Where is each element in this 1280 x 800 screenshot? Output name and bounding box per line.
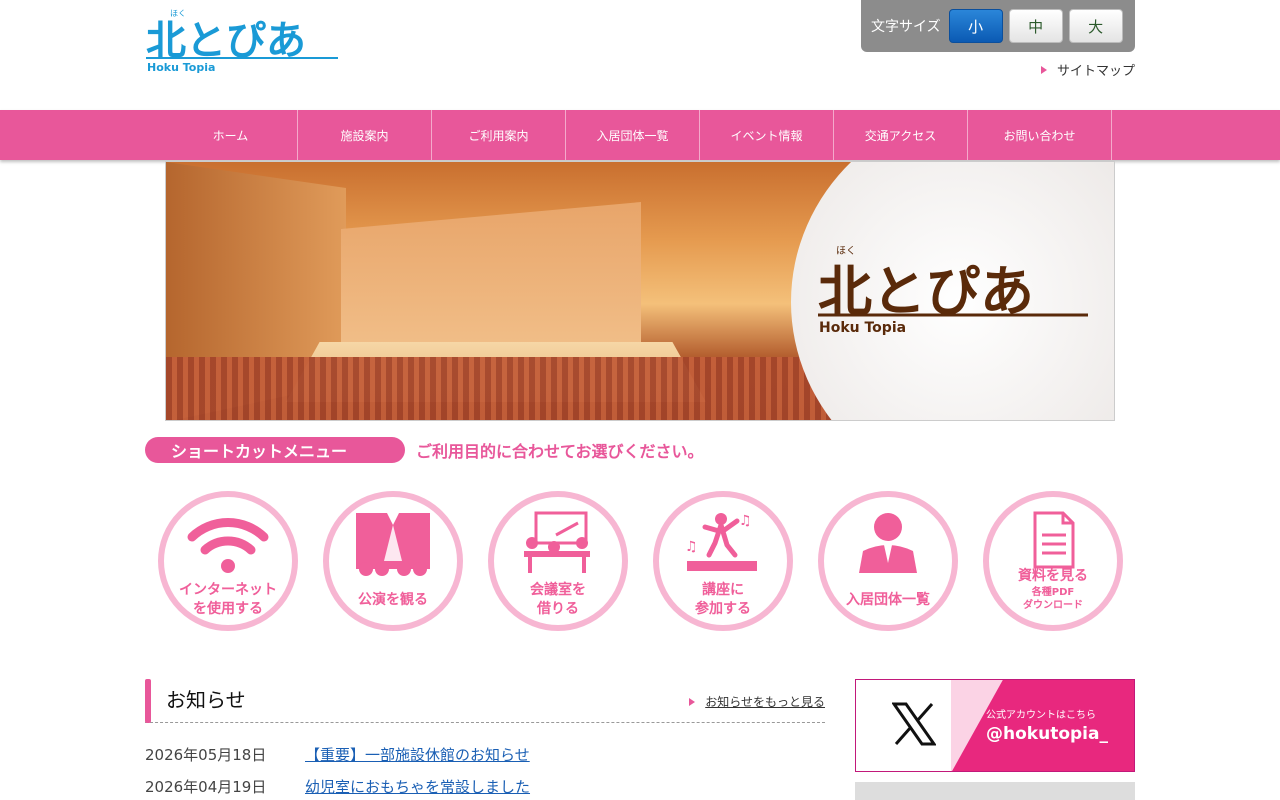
stage-icon [356, 513, 430, 576]
shortcut-meeting-room[interactable]: 会議室を 借りる [488, 491, 628, 631]
nav-item-events[interactable]: イベント情報 [700, 110, 834, 160]
sitemap-link[interactable]: サイトマップ [1040, 60, 1135, 79]
shortcut-tenants[interactable]: 入居団体一覧 [818, 491, 958, 631]
shortcut-tenants-label: 入居団体一覧 [846, 592, 930, 608]
news-link[interactable]: 幼児室におもちゃを常設しました [305, 776, 530, 797]
wifi-icon [187, 518, 269, 573]
hero-logo-sub: Hoku Topia [819, 320, 906, 336]
nav-item-access[interactable]: 交通アクセス [834, 110, 968, 160]
shortcut-course-label: 講座に 参加する [695, 582, 751, 617]
news-date: 2026年04月19日 [145, 778, 267, 796]
person-icon [859, 513, 917, 573]
svg-text:♫: ♫ [739, 513, 752, 529]
hero-logo-furigana: ほく [836, 245, 856, 257]
logo-sub: Hoku Topia [147, 61, 215, 74]
nav-item-usage[interactable]: ご利用案内 [432, 110, 566, 160]
x-logo-icon [892, 702, 936, 746]
news-more-label: お知らせをもっと見る [705, 695, 825, 709]
shortcut-internet-label: インターネット を使用する [179, 582, 277, 617]
hall-seats [166, 357, 866, 420]
nav-item-tenants[interactable]: 入居団体一覧 [566, 110, 700, 160]
arrow-right-icon [689, 697, 696, 706]
news-more-link[interactable]: お知らせをもっと見る [689, 693, 825, 710]
document-icon [1033, 511, 1075, 569]
side-banner-placeholder [855, 782, 1135, 800]
global-nav: ホーム 施設案内 ご利用案内 入居団体一覧 イベント情報 交通アクセス お問い合… [0, 110, 1280, 160]
x-banner-caption: 公式アカウントはこちら [986, 710, 1096, 721]
arrow-right-icon [1040, 65, 1047, 74]
meeting-icon [524, 511, 590, 573]
nav-item-home[interactable]: ホーム [164, 110, 298, 160]
shortcut-documents-label: 資料を見る 各種PDF ダウンロード [1018, 568, 1088, 611]
x-banner-handle: @hokutopia_ [986, 724, 1108, 744]
dance-icon: ♫ ♫ [685, 513, 757, 571]
news-item: 2026年04月19日 幼児室におもちゃを常設しました [145, 776, 530, 797]
sitemap-label: サイトマップ [1056, 64, 1135, 79]
nav-item-contact[interactable]: お問い合わせ [968, 110, 1112, 160]
x-account-banner[interactable]: 公式アカウントはこちら @hokutopia_ [855, 679, 1135, 772]
news-title: お知らせ [166, 688, 246, 712]
font-size-medium-button[interactable]: 中 [1008, 9, 1063, 43]
logo-furigana: ほく [170, 9, 186, 18]
shortcut-menu: インターネット を使用する 公演を観る 会議室を 借りる ♫ ♫ 講座に 参加す… [158, 491, 1123, 631]
svg-text:♫: ♫ [685, 539, 698, 555]
shortcut-subtitle: ご利用目的に合わせてお選びください。 [416, 442, 704, 461]
shortcut-title: ショートカットメニュー [145, 437, 405, 463]
hero-logo: ほく 北とぴあ Hoku Topia [816, 242, 1091, 337]
font-size-switcher: 文字サイズ 小 中 大 [861, 0, 1135, 52]
shortcut-course[interactable]: ♫ ♫ 講座に 参加する [653, 491, 793, 631]
font-size-small-button[interactable]: 小 [948, 9, 1003, 43]
news-header-bar [145, 679, 151, 723]
shortcut-performance[interactable]: 公演を観る [323, 491, 463, 631]
shortcut-documents[interactable]: 資料を見る 各種PDF ダウンロード [983, 491, 1123, 631]
news-link[interactable]: 【重要】一部施設休館のお知らせ [305, 744, 530, 765]
hero-banner: ほく 北とぴあ Hoku Topia [165, 161, 1115, 421]
site-logo[interactable]: ほく 北とぴあ Hoku Topia [146, 8, 341, 76]
shortcut-performance-label: 公演を観る [358, 592, 428, 608]
nav-item-facilities[interactable]: 施設案内 [298, 110, 432, 160]
font-size-large-button[interactable]: 大 [1068, 9, 1123, 43]
font-size-label: 文字サイズ [871, 19, 941, 35]
shortcut-meeting-room-label: 会議室を 借りる [530, 582, 586, 617]
news-date: 2026年05月18日 [145, 746, 267, 764]
news-header: お知らせ お知らせをもっと見る [145, 679, 825, 723]
shortcut-internet[interactable]: インターネット を使用する [158, 491, 298, 631]
news-item: 2026年05月18日 【重要】一部施設休館のお知らせ [145, 744, 530, 765]
